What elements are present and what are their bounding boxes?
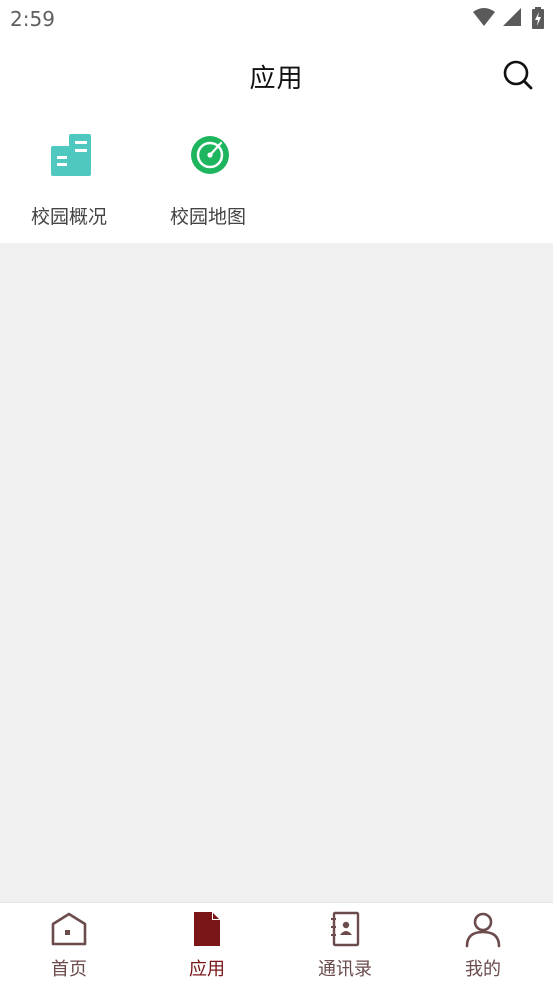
status-bar: 2:59	[0, 0, 553, 38]
content-area	[0, 243, 553, 902]
nav-label: 应用	[189, 959, 225, 980]
nav-item-home[interactable]: 首页	[0, 903, 138, 984]
app-tile-campus-map[interactable]: 校园地图	[148, 112, 268, 243]
nav-item-profile[interactable]: 我的	[414, 903, 552, 984]
nav-item-apps[interactable]: 应用	[138, 903, 276, 984]
page-title: 应用	[249, 64, 304, 94]
app-label: 校园概况	[30, 206, 107, 228]
document-icon	[194, 912, 220, 946]
app-tile-campus-overview[interactable]: 校园概况	[9, 112, 129, 243]
nav-item-contacts[interactable]: 通讯录	[276, 903, 414, 984]
person-icon	[465, 912, 501, 948]
app-label: 校园地图	[169, 206, 246, 228]
apps-grid: 校园概况 校园地图	[0, 112, 553, 243]
app-header: 应用	[0, 38, 553, 112]
home-icon	[51, 912, 87, 946]
cell-signal-icon	[503, 8, 521, 26]
search-button[interactable]	[502, 59, 534, 91]
nav-label: 通讯录	[318, 959, 372, 980]
wifi-icon	[473, 8, 495, 26]
contacts-book-icon	[331, 911, 360, 947]
status-time: 2:59	[10, 7, 55, 31]
building-icon	[51, 134, 91, 176]
radar-map-icon	[191, 136, 229, 174]
bottom-nav: 首页 应用 通讯录 我的	[0, 902, 553, 984]
search-icon	[503, 60, 533, 90]
nav-label: 首页	[51, 959, 87, 980]
battery-charging-icon	[532, 7, 544, 29]
nav-label: 我的	[465, 959, 501, 980]
